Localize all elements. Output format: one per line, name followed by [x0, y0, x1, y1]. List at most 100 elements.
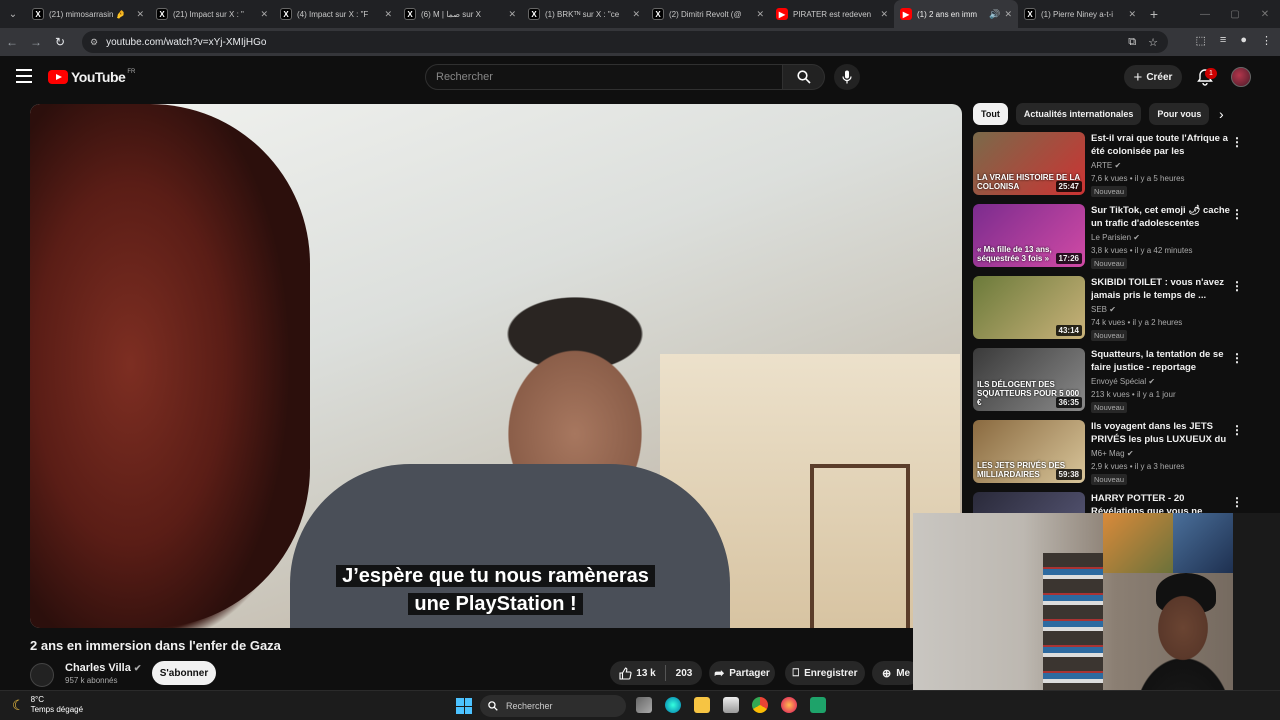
recommended-title[interactable]: Squatteurs, la tentation de se faire jus…: [1091, 348, 1231, 374]
video-thumbnail[interactable]: ILS DÉLOGENT DES SQUATTEURS POUR 5 000 €…: [973, 348, 1085, 411]
save-button[interactable]: ⎕ Enregistrer: [785, 661, 865, 685]
browser-tab[interactable]: X (21) Impact sur X : " ✕: [150, 0, 274, 28]
weather-widget[interactable]: ☾ 8°C Temps dégagé: [12, 695, 83, 715]
profile-icon[interactable]: ●: [1240, 34, 1247, 47]
close-tab-icon[interactable]: ✕: [1128, 9, 1136, 20]
close-tab-icon[interactable]: ✕: [136, 9, 144, 20]
video-thumbnail[interactable]: 20 Révélations: [973, 492, 1085, 514]
bookmark-star-icon[interactable]: ☆: [1148, 36, 1158, 49]
install-app-icon[interactable]: ⧉: [1128, 36, 1136, 49]
recommended-video[interactable]: ILS DÉLOGENT DES SQUATTEURS POUR 5 000 €…: [973, 348, 1263, 414]
comment-count[interactable]: 203: [666, 668, 702, 679]
forward-button[interactable]: →: [24, 35, 48, 49]
site-info-icon[interactable]: ⚙: [90, 37, 98, 48]
recommended-channel[interactable]: Le Parisien ✔: [1091, 233, 1140, 242]
taskbar-search[interactable]: Rechercher: [480, 695, 626, 717]
firefox-icon[interactable]: [781, 697, 797, 713]
youtube-play-icon: [48, 70, 68, 84]
recommended-video[interactable]: 43:14 SKIBIDI TOILET : vous n'avez jamais…: [973, 276, 1263, 342]
close-tab-icon[interactable]: ✕: [756, 9, 764, 20]
recommended-channel[interactable]: Envoyé Spécial ✔: [1091, 377, 1155, 386]
recommended-title[interactable]: SKIBIDI TOILET : vous n'avez jamais pris…: [1091, 276, 1231, 302]
search-button[interactable]: [783, 64, 825, 90]
chip-filter[interactable]: Pour vous: [1149, 103, 1210, 125]
new-tab-button[interactable]: +: [1142, 6, 1166, 22]
like-button[interactable]: 13 k: [610, 665, 666, 681]
subscribe-button[interactable]: S'abonner: [152, 661, 216, 685]
channel-name[interactable]: Charles Villa ✔: [65, 662, 141, 674]
share-button[interactable]: ➦ Partager: [709, 661, 775, 685]
more-options-icon[interactable]: ⋮: [1231, 495, 1243, 509]
create-button[interactable]: + Créer: [1124, 65, 1182, 89]
recommended-title[interactable]: HARRY POTTER - 20 Révélations que vous n…: [1091, 492, 1231, 514]
app-icon[interactable]: [810, 697, 826, 713]
more-options-icon[interactable]: ⋮: [1231, 351, 1243, 365]
browser-tab[interactable]: X (21) mimosarrasin 🤌 ✕: [26, 0, 150, 28]
tab-search-dropdown[interactable]: ⌄: [0, 0, 26, 28]
back-button[interactable]: ←: [0, 35, 24, 49]
close-tab-icon[interactable]: ✕: [260, 9, 268, 20]
tab-title: (2) Dimitri Revolt (@: [669, 9, 742, 19]
x-logo-icon: X: [652, 8, 664, 20]
more-options-icon[interactable]: ⋮: [1231, 423, 1243, 437]
channel-avatar[interactable]: [30, 663, 54, 687]
recommended-title[interactable]: Ils voyagent dans les JETS PRIVÉS les pl…: [1091, 420, 1231, 446]
account-avatar[interactable]: [1231, 67, 1251, 87]
speaker-icon[interactable]: 🔊: [989, 9, 1000, 20]
close-tab-icon[interactable]: ✕: [880, 9, 888, 20]
youtube-icon: ▶: [776, 8, 788, 20]
file-explorer-icon[interactable]: [694, 697, 710, 713]
video-thumbnail[interactable]: 43:14: [973, 276, 1085, 339]
video-player[interactable]: [30, 104, 962, 628]
more-options-icon[interactable]: ⋮: [1231, 207, 1243, 221]
browser-tab[interactable]: ▶ (1) 2 ans en imm 🔊 ✕: [894, 0, 1018, 28]
close-tab-icon[interactable]: ✕: [632, 9, 640, 20]
browser-tab[interactable]: X (1) BRKᵀᴺ sur X : "ce ✕: [522, 0, 646, 28]
recommended-video[interactable]: LES JETS PRIVÉS DES MILLIARDAIRES 59:38 Il…: [973, 420, 1263, 486]
recommended-video[interactable]: « Ma fille de 13 ans, séquestrée 3 fois …: [973, 204, 1263, 270]
recommended-title[interactable]: Est-il vrai que toute l'Afrique a été co…: [1091, 132, 1231, 158]
more-options-icon[interactable]: ⋮: [1231, 279, 1243, 293]
store-icon[interactable]: [723, 697, 739, 713]
browser-menu-icon[interactable]: ⋮: [1261, 34, 1272, 47]
recommended-title[interactable]: Sur TikTok, cet emoji 🌶 cache un trafic …: [1091, 204, 1231, 230]
browser-tab[interactable]: X (4) Impact sur X : "F ✕: [274, 0, 398, 28]
recommended-video[interactable]: 20 Révélations HARRY POTTER - 20 Révélati…: [973, 492, 1263, 514]
chrome-icon[interactable]: [752, 697, 768, 713]
browser-tab[interactable]: ▶ PIRATER est redeven ✕: [770, 0, 894, 28]
browser-tab[interactable]: X (2) Dimitri Revolt (@ ✕: [646, 0, 770, 28]
video-thumbnail[interactable]: LA VRAIE HISTOIRE DE LA COLONISA 25:47: [973, 132, 1085, 195]
windows-start-icon[interactable]: [456, 698, 472, 714]
close-tab-icon[interactable]: ✕: [508, 9, 516, 20]
tab-title: (1) 2 ans en imm: [917, 9, 978, 19]
close-window-button[interactable]: ✕: [1250, 9, 1280, 20]
browser-tab[interactable]: X (6) M | صما sur X ✕: [398, 0, 522, 28]
video-thumbnail[interactable]: « Ma fille de 13 ans, séquestrée 3 fois …: [973, 204, 1085, 267]
recommended-video[interactable]: LA VRAIE HISTOIRE DE LA COLONISA 25:47 Est…: [973, 132, 1263, 198]
recommended-channel[interactable]: M6+ Mag ✔: [1091, 449, 1134, 458]
extensions-icon[interactable]: ⬚: [1196, 34, 1206, 47]
maximize-button[interactable]: ▢: [1220, 9, 1250, 20]
chip-filter[interactable]: Actualités internationales: [1015, 103, 1142, 125]
chevron-right-icon[interactable]: ›: [1219, 106, 1224, 122]
chip-filter[interactable]: Tout: [973, 103, 1008, 125]
close-tab-icon[interactable]: ✕: [1004, 9, 1012, 20]
media-control-icon[interactable]: ≡: [1220, 34, 1226, 47]
reload-button[interactable]: ↻: [48, 35, 72, 49]
moon-icon: ☾: [12, 696, 25, 713]
close-tab-icon[interactable]: ✕: [384, 9, 392, 20]
edge-icon[interactable]: [665, 697, 681, 713]
more-options-icon[interactable]: ⋮: [1231, 135, 1243, 149]
url-field[interactable]: ⚙ youtube.com/watch?v=xYj-XMIjHGo ⧉ ☆: [82, 31, 1168, 53]
search-input[interactable]: Rechercher: [425, 64, 783, 90]
voice-search-button[interactable]: [834, 64, 860, 90]
youtube-logo[interactable]: YouTube FR: [48, 69, 135, 85]
recommended-channel[interactable]: ARTE ✔: [1091, 161, 1121, 170]
task-view-icon[interactable]: [636, 697, 652, 713]
menu-icon[interactable]: [16, 69, 32, 87]
recommended-channel[interactable]: SEB ✔: [1091, 305, 1116, 314]
minimize-button[interactable]: —: [1190, 9, 1220, 20]
browser-tab[interactable]: X (1) Pierre Niney a-t-i ✕: [1018, 0, 1142, 28]
tab-title: (21) mimosarrasin 🤌: [49, 9, 126, 19]
video-thumbnail[interactable]: LES JETS PRIVÉS DES MILLIARDAIRES 59:38: [973, 420, 1085, 483]
